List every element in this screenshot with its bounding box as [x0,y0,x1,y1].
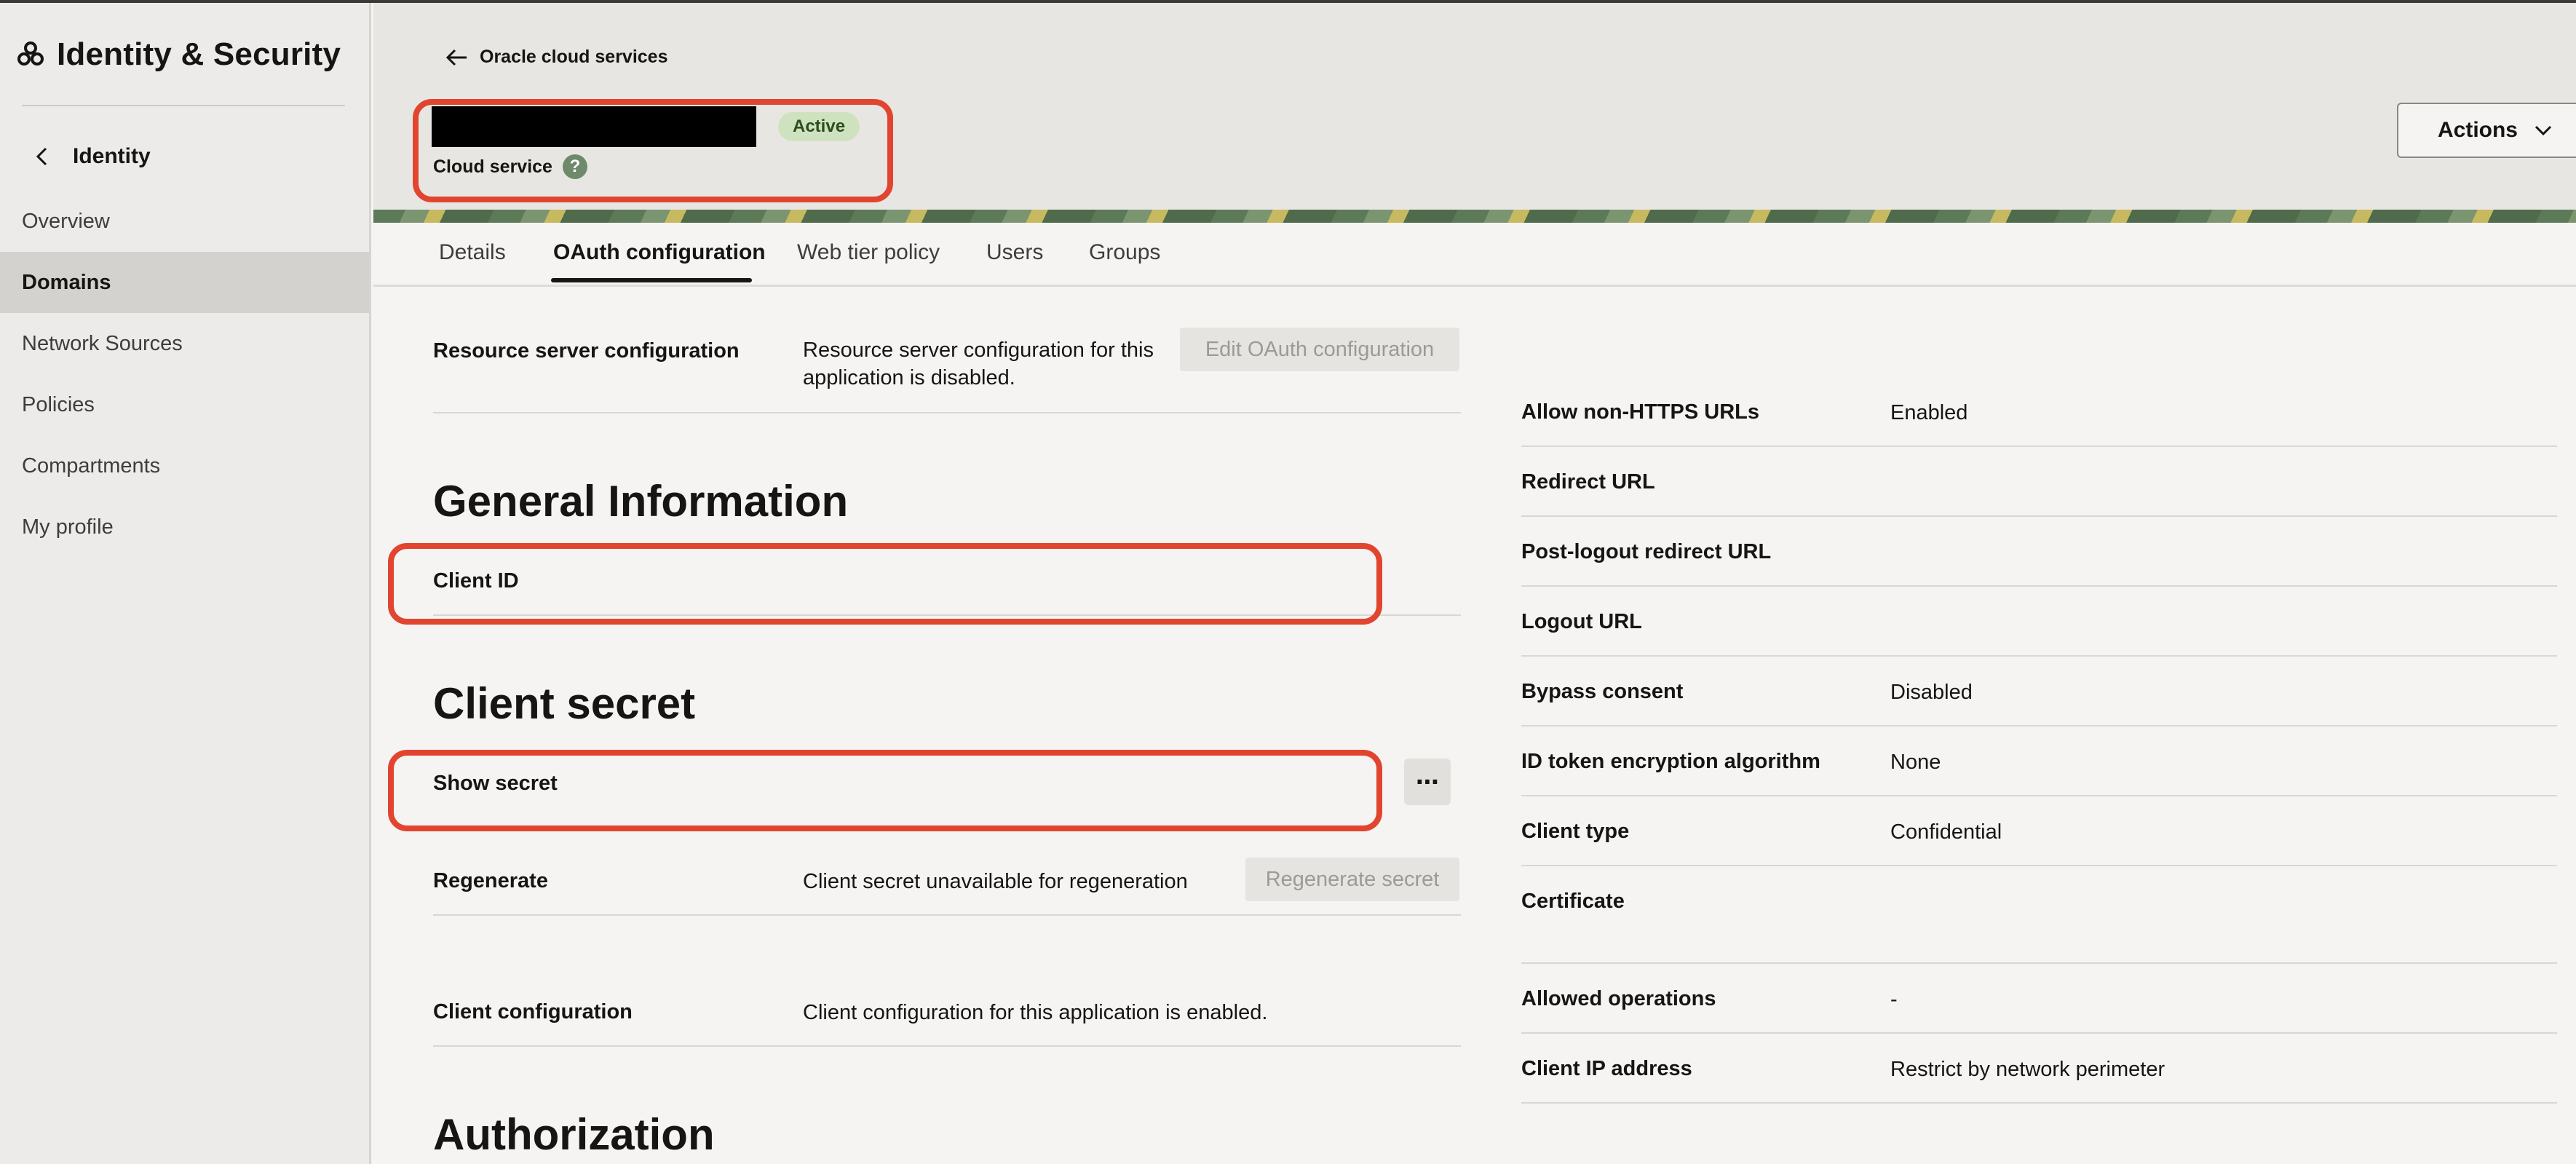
help-icon[interactable]: ? [562,154,587,179]
regenerate-value: Client secret unavailable for regenerati… [803,870,1188,893]
divider [1521,962,2557,964]
logout-url-label: Logout URL [1521,610,1642,633]
client-configuration-label: Client configuration [433,1000,633,1024]
general-information-heading: General Information [433,477,849,526]
sidebar-nav: Overview Domains Network Sources Policie… [0,191,369,558]
divider [1521,655,2557,657]
chevron-down-icon [2535,125,2552,136]
tab-details[interactable]: Details [439,240,506,265]
sidebar-back-link[interactable]: Identity [35,144,151,169]
divider [433,1045,1461,1047]
divider [1521,515,2557,517]
regenerate-label: Regenerate [433,869,548,892]
sidebar-item-policies[interactable]: Policies [0,374,369,435]
subtitle-row: Cloud service ? [433,154,587,179]
divider [1521,865,2557,866]
redirect-url-label: Redirect URL [1521,470,1655,494]
divider [1521,1102,2557,1104]
tab-oauth-configuration[interactable]: OAuth configuration [553,240,766,265]
bypass-consent-label: Bypass consent [1521,680,1684,703]
resource-server-label: Resource server configuration [433,339,740,363]
breadcrumb-label: Oracle cloud services [480,47,668,67]
tab-web-tier-policy[interactable]: Web tier policy [797,240,940,265]
bypass-consent-value: Disabled [1890,681,1973,704]
client-type-label: Client type [1521,820,1630,843]
identity-logo-icon [17,41,44,66]
brand: Identity & Security [16,36,341,73]
divider [433,614,1461,616]
divider [433,412,1461,413]
sidebar-back-label: Identity [73,144,151,168]
divider [433,914,1461,916]
certificate-label: Certificate [1521,890,1625,913]
status-badge: Active [778,112,860,141]
tab-bar: Details OAuth configuration Web tier pol… [373,223,2576,287]
client-type-value: Confidential [1890,820,2002,844]
show-secret-label[interactable]: Show secret [433,772,558,796]
client-configuration-value: Client configuration for this applicatio… [803,1001,1268,1024]
divider [1521,585,2557,587]
client-id-label: Client ID [433,569,519,593]
allowed-operations-label: Allowed operations [1521,987,1716,1010]
chevron-left-icon [36,147,47,166]
sidebar-item-compartments[interactable]: Compartments [0,435,369,496]
main-content: Oracle cloud services Active Cloud servi… [373,3,2576,1164]
sidebar-item-domains[interactable]: Domains [0,252,369,313]
sidebar-title: Identity & Security [57,36,341,72]
allow-non-https-label: Allow non-HTTPS URLs [1521,400,1760,424]
page-subtitle: Cloud service [433,156,552,177]
allowed-operations-value: - [1890,988,1898,1011]
active-tab-indicator [551,278,752,282]
allow-non-https-value: Enabled [1890,401,1968,424]
sidebar-item-network-sources[interactable]: Network Sources [0,313,369,374]
id-token-encryption-label: ID token encryption algorithm [1521,750,1820,773]
tab-groups[interactable]: Groups [1089,240,1160,265]
id-token-encryption-value: None [1890,751,1941,774]
sidebar-divider [22,105,345,106]
sidebar-item-my-profile[interactable]: My profile [0,496,369,558]
resource-server-value: Resource server configuration for this a… [803,338,1154,389]
regenerate-secret-button[interactable]: Regenerate secret [1245,858,1459,901]
edit-oauth-button[interactable]: Edit OAuth configuration [1180,328,1459,371]
actions-button[interactable]: Actions [2397,103,2576,158]
client-ip-address-value: Restrict by network perimeter [1890,1058,2165,1081]
authorization-heading: Authorization [433,1110,715,1159]
divider [1521,1032,2557,1034]
client-secret-heading: Client secret [433,679,696,728]
sidebar: Identity & Security Identity Overview Do… [0,3,371,1164]
post-logout-url-label: Post-logout redirect URL [1521,540,1772,563]
header-banner [373,210,2576,223]
divider [1521,795,2557,796]
tab-users[interactable]: Users [986,240,1043,265]
highlight-client-id-box [388,543,1382,625]
divider [1521,446,2557,447]
client-ip-address-label: Client IP address [1521,1057,1692,1080]
more-options-button[interactable]: ⋯ [1404,759,1451,805]
more-options-icon: ⋯ [1416,769,1439,795]
page-title-row: Active [432,106,860,147]
divider [1521,725,2557,726]
arrow-left-icon [445,49,467,66]
actions-label: Actions [2437,118,2518,142]
sidebar-item-overview[interactable]: Overview [0,191,369,252]
page-title-redacted [432,106,756,147]
breadcrumb[interactable]: Oracle cloud services [445,47,667,68]
